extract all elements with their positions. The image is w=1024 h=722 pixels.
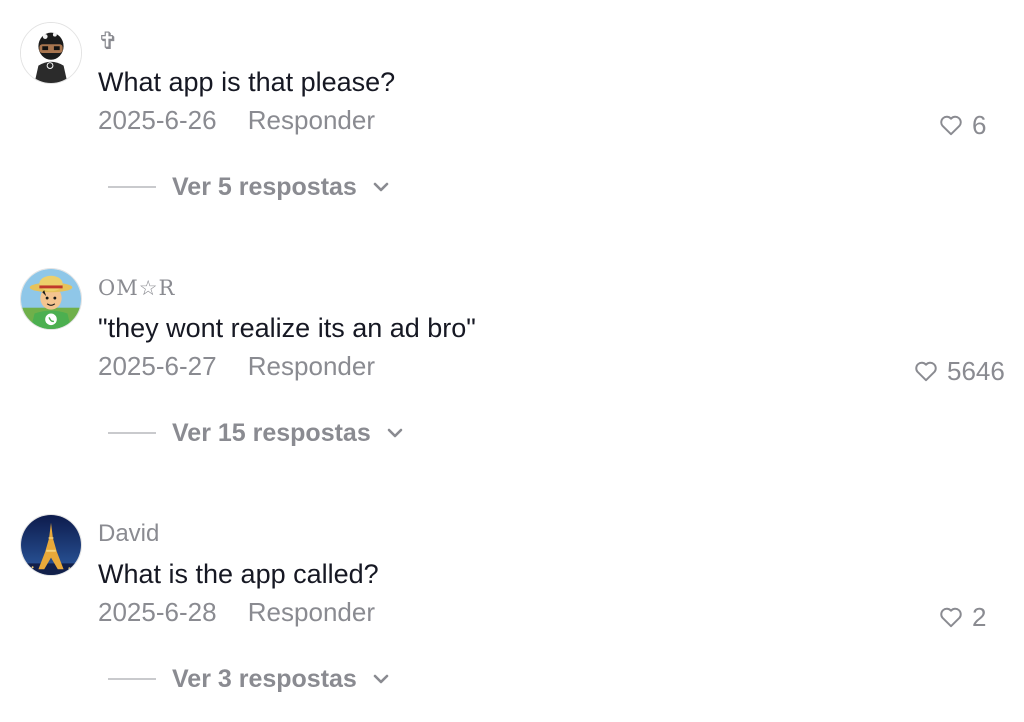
comment-text: "they wont realize its an ad bro"	[98, 313, 476, 343]
replies-divider	[108, 432, 156, 434]
reply-button[interactable]: Responder	[248, 597, 375, 627]
chevron-down-icon	[373, 674, 389, 684]
avatar[interactable]	[20, 268, 82, 330]
avatar[interactable]	[20, 22, 82, 84]
comment-date: 2025-6-26	[98, 105, 217, 135]
like-count: 2	[972, 601, 987, 632]
comment-item: OM☆R "they wont realize its an ad bro" 2…	[0, 246, 1024, 476]
comment-item: ✞ What app is that please? 2025-6-26 Res…	[0, 0, 1024, 230]
comment-text: What is the app called?	[98, 559, 379, 589]
ninja-avatar-icon	[21, 23, 81, 83]
comment-meta: 2025-6-26 Responder	[98, 104, 375, 136]
eiffel-tower-avatar-icon	[21, 515, 81, 575]
heart-icon	[940, 115, 962, 136]
username[interactable]: David	[98, 520, 159, 548]
view-replies-label: Ver 3 respostas	[172, 664, 357, 693]
reply-button[interactable]: Responder	[248, 351, 375, 381]
comment-item: David What is the app called? 2025-6-28 …	[0, 492, 1024, 722]
like-button[interactable]: 6	[938, 108, 986, 142]
comment-meta: 2025-6-28 Responder	[98, 596, 375, 628]
straw-hat-avatar-icon	[21, 269, 81, 329]
chevron-down-icon	[387, 428, 403, 438]
view-replies-label: Ver 5 respostas	[172, 172, 357, 201]
view-replies-button[interactable]: Ver 15 respostas	[108, 416, 405, 450]
reply-button[interactable]: Responder	[248, 105, 375, 135]
like-button[interactable]: 5646	[913, 354, 1005, 388]
view-replies-button[interactable]: Ver 3 respostas	[108, 662, 391, 696]
username[interactable]: ✞	[98, 28, 118, 56]
like-count: 5646	[947, 355, 1005, 386]
heart-icon	[940, 607, 962, 628]
view-replies-label: Ver 15 respostas	[172, 418, 371, 447]
avatar[interactable]	[20, 514, 82, 576]
replies-divider	[108, 678, 156, 680]
comment-meta: 2025-6-27 Responder	[98, 350, 375, 382]
comment-text: What app is that please?	[98, 67, 396, 97]
like-button[interactable]: 2	[938, 600, 986, 634]
comment-date: 2025-6-27	[98, 351, 217, 381]
chevron-down-icon	[373, 182, 389, 192]
replies-divider	[108, 186, 156, 188]
like-count: 6	[972, 109, 987, 140]
view-replies-button[interactable]: Ver 5 respostas	[108, 170, 391, 204]
username[interactable]: OM☆R	[98, 274, 175, 302]
comment-date: 2025-6-28	[98, 597, 217, 627]
heart-icon	[915, 361, 937, 382]
